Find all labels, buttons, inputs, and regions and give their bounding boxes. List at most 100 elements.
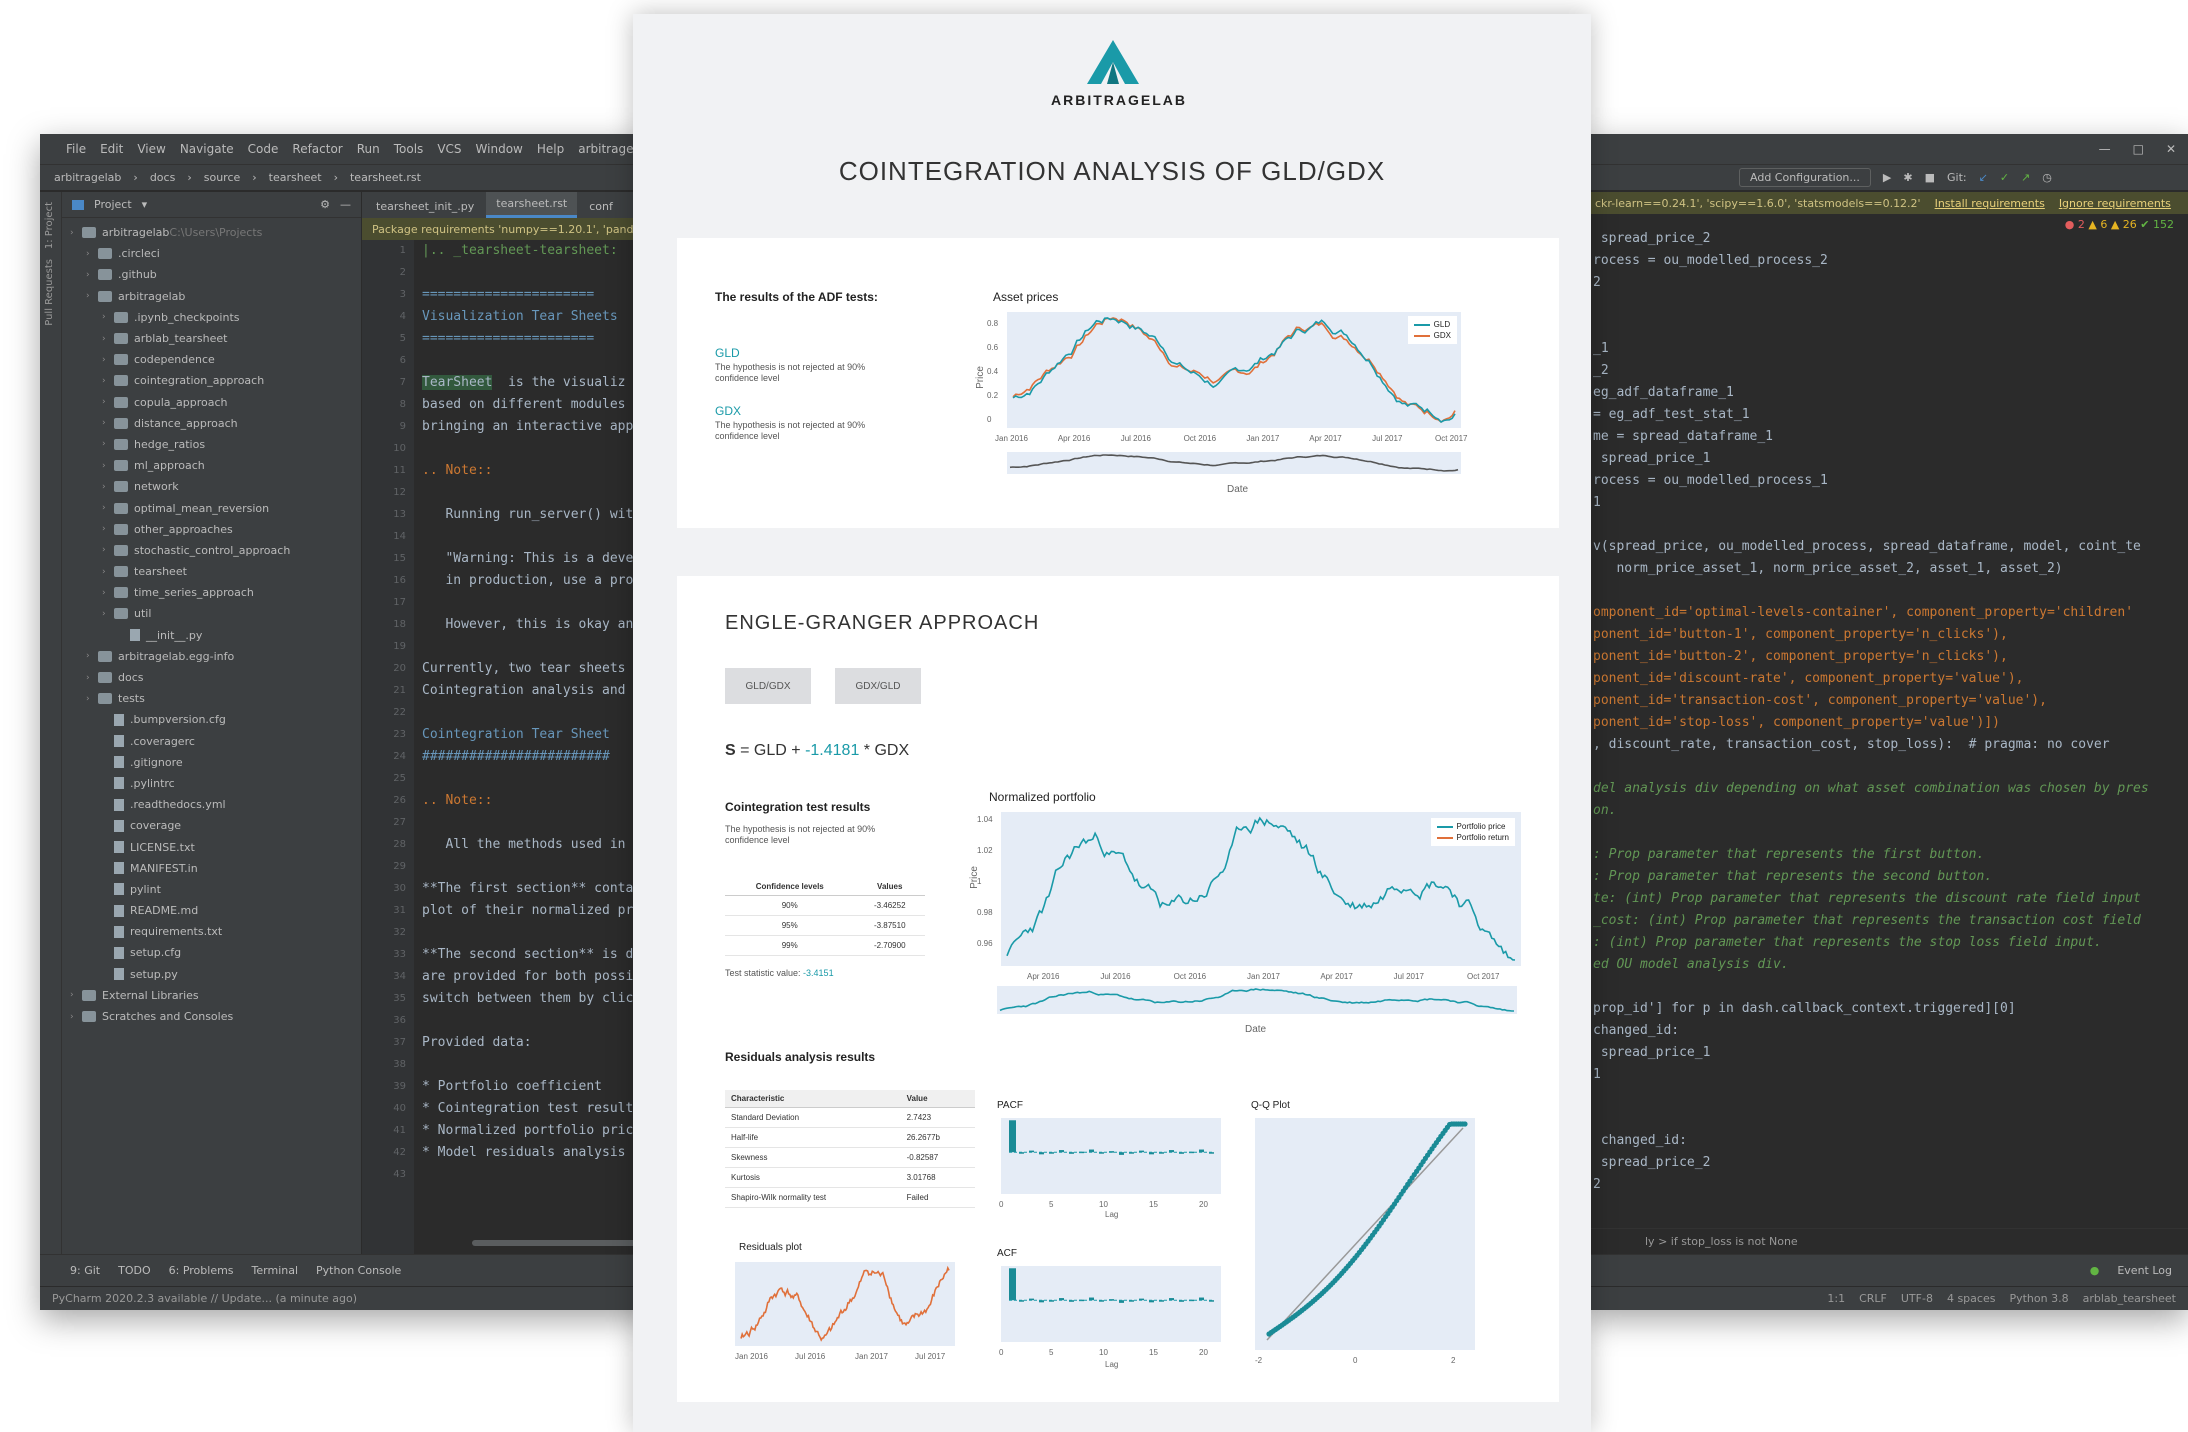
tree-item[interactable]: › copula_approach bbox=[62, 392, 361, 413]
status-item[interactable]: UTF-8 bbox=[1901, 1292, 1933, 1305]
gld-gdx-button[interactable]: GLD/GDX bbox=[725, 668, 811, 704]
menu-edit[interactable]: Edit bbox=[100, 142, 123, 156]
tool-window-button[interactable]: Python Console bbox=[316, 1264, 401, 1277]
tree-item[interactable]: setup.py bbox=[62, 964, 361, 985]
expand-arrow-icon[interactable]: › bbox=[86, 673, 98, 683]
git-push-icon[interactable]: ↗ bbox=[2021, 171, 2030, 184]
tree-item[interactable]: › tests bbox=[62, 688, 361, 709]
tree-item[interactable]: › ml_approach bbox=[62, 455, 361, 476]
menu-code[interactable]: Code bbox=[248, 142, 279, 156]
tree-item[interactable]: .bumpversion.cfg bbox=[62, 709, 361, 730]
maximize-window-icon[interactable]: □ bbox=[2133, 142, 2144, 156]
git-update-icon[interactable]: ↙ bbox=[1979, 171, 1988, 184]
add-configuration-button[interactable]: Add Configuration... bbox=[1739, 168, 1871, 187]
menu-refactor[interactable]: Refactor bbox=[292, 142, 342, 156]
editor-tab[interactable]: tearsheet_init_.py bbox=[366, 195, 484, 218]
tree-item[interactable]: README.md bbox=[62, 900, 361, 921]
status-item[interactable]: CRLF bbox=[1859, 1292, 1887, 1305]
tree-item[interactable]: › .ipynb_checkpoints bbox=[62, 307, 361, 328]
tree-item[interactable]: › tearsheet bbox=[62, 561, 361, 582]
status-item[interactable]: Python 3.8 bbox=[2009, 1292, 2068, 1305]
tool-window-button[interactable]: Terminal bbox=[252, 1264, 299, 1277]
tree-item[interactable]: › other_approaches bbox=[62, 519, 361, 540]
tool-window-button[interactable]: TODO bbox=[118, 1264, 151, 1277]
expand-arrow-icon[interactable]: › bbox=[70, 228, 82, 238]
menu-window[interactable]: Window bbox=[476, 142, 523, 156]
expand-arrow-icon[interactable]: › bbox=[102, 334, 114, 344]
expand-arrow-icon[interactable]: › bbox=[86, 694, 98, 704]
project-dropdown[interactable]: Project bbox=[94, 198, 132, 211]
tree-item[interactable]: › time_series_approach bbox=[62, 582, 361, 603]
breadcrumb-item[interactable]: source bbox=[204, 171, 241, 184]
menu-navigate[interactable]: Navigate bbox=[180, 142, 234, 156]
breadcrumb-item[interactable]: tearsheet.rst bbox=[350, 171, 421, 184]
tree-item[interactable]: .readthedocs.yml bbox=[62, 794, 361, 815]
expand-arrow-icon[interactable]: › bbox=[102, 355, 114, 365]
run-icon[interactable]: ▶ bbox=[1883, 171, 1891, 184]
qq-plot[interactable] bbox=[1255, 1118, 1475, 1350]
breadcrumb-item[interactable]: docs bbox=[150, 171, 176, 184]
asset-range-slider[interactable] bbox=[1007, 452, 1461, 474]
gdx-gld-button[interactable]: GDX/GLD bbox=[835, 668, 921, 704]
expand-arrow-icon[interactable]: › bbox=[102, 418, 114, 428]
close-window-icon[interactable]: ✕ bbox=[2166, 142, 2176, 156]
expand-arrow-icon[interactable]: › bbox=[86, 291, 98, 301]
expand-arrow-icon[interactable]: › bbox=[86, 651, 98, 661]
expand-arrow-icon[interactable]: › bbox=[102, 567, 114, 577]
tool-window-button[interactable]: 9: Git bbox=[70, 1264, 100, 1277]
tree-item[interactable]: coverage bbox=[62, 815, 361, 836]
right-code-area[interactable]: spread_price_2 rocess = ou_modelled_proce… bbox=[1585, 228, 2188, 1228]
asset-prices-plot[interactable]: GLD GDX bbox=[1007, 312, 1461, 428]
pacf-plot[interactable] bbox=[1001, 1118, 1221, 1194]
editor-tab[interactable]: conf bbox=[579, 195, 623, 218]
tree-item[interactable]: pylint bbox=[62, 879, 361, 900]
tree-item[interactable]: __init__.py bbox=[62, 625, 361, 646]
status-item[interactable]: 4 spaces bbox=[1947, 1292, 1996, 1305]
tree-item[interactable]: › .circleci bbox=[62, 243, 361, 264]
tree-item[interactable]: MANIFEST.in bbox=[62, 858, 361, 879]
tree-item[interactable]: › arbitragelab bbox=[62, 286, 361, 307]
chevron-down-icon[interactable]: ▾ bbox=[142, 198, 148, 211]
tree-item[interactable]: › External Libraries bbox=[62, 985, 361, 1006]
expand-arrow-icon[interactable]: › bbox=[102, 439, 114, 449]
minimize-window-icon[interactable]: — bbox=[2099, 142, 2111, 156]
expand-arrow-icon[interactable]: › bbox=[102, 609, 114, 619]
expand-arrow-icon[interactable]: › bbox=[70, 990, 82, 1000]
tree-item[interactable]: › stochastic_control_approach bbox=[62, 540, 361, 561]
event-log-button[interactable]: Event Log bbox=[2117, 1264, 2172, 1277]
tree-item[interactable]: .pylintrc bbox=[62, 773, 361, 794]
status-item[interactable]: arblab_tearsheet bbox=[2083, 1292, 2176, 1305]
tree-item[interactable]: LICENSE.txt bbox=[62, 836, 361, 857]
norm-range-slider[interactable] bbox=[997, 986, 1517, 1014]
history-icon[interactable]: ◷ bbox=[2042, 171, 2052, 184]
tree-item[interactable]: › arbitragelab.egg-info bbox=[62, 646, 361, 667]
tree-item[interactable]: › arblab_tearsheet bbox=[62, 328, 361, 349]
expand-arrow-icon[interactable]: › bbox=[102, 376, 114, 386]
ignore-requirements-link[interactable]: Ignore requirements bbox=[2059, 197, 2171, 210]
stop-icon[interactable]: ■ bbox=[1925, 171, 1935, 184]
expand-arrow-icon[interactable]: › bbox=[102, 545, 114, 555]
editor-tab[interactable]: tearsheet.rst bbox=[486, 192, 578, 218]
tree-item[interactable]: setup.cfg bbox=[62, 942, 361, 963]
tree-item[interactable]: › network bbox=[62, 476, 361, 497]
expand-arrow-icon[interactable]: › bbox=[86, 249, 98, 259]
menu-file[interactable]: File bbox=[66, 142, 86, 156]
expand-arrow-icon[interactable]: › bbox=[102, 482, 114, 492]
acf-plot[interactable] bbox=[1001, 1266, 1221, 1342]
tree-item[interactable]: requirements.txt bbox=[62, 921, 361, 942]
tool-window-button[interactable]: 6: Problems bbox=[169, 1264, 234, 1277]
expand-arrow-icon[interactable]: › bbox=[102, 312, 114, 322]
menu-vcs[interactable]: VCS bbox=[437, 142, 461, 156]
tree-item[interactable]: › hedge_ratios bbox=[62, 434, 361, 455]
tree-item[interactable]: › util bbox=[62, 603, 361, 624]
horizontal-scrollbar[interactable] bbox=[472, 1240, 652, 1246]
expand-arrow-icon[interactable]: › bbox=[102, 524, 114, 534]
menu-help[interactable]: Help bbox=[537, 142, 564, 156]
tree-item[interactable]: › arbitragelab C:\Users\Projects bbox=[62, 222, 361, 243]
expand-arrow-icon[interactable]: › bbox=[102, 461, 114, 471]
code-area[interactable]: |.. _tearsheet-tearsheet: ==============… bbox=[422, 240, 660, 1254]
menu-tools[interactable]: Tools bbox=[394, 142, 424, 156]
install-requirements-link[interactable]: Install requirements bbox=[1935, 197, 2045, 210]
expand-arrow-icon[interactable]: › bbox=[102, 503, 114, 513]
expand-arrow-icon[interactable]: › bbox=[86, 270, 98, 280]
